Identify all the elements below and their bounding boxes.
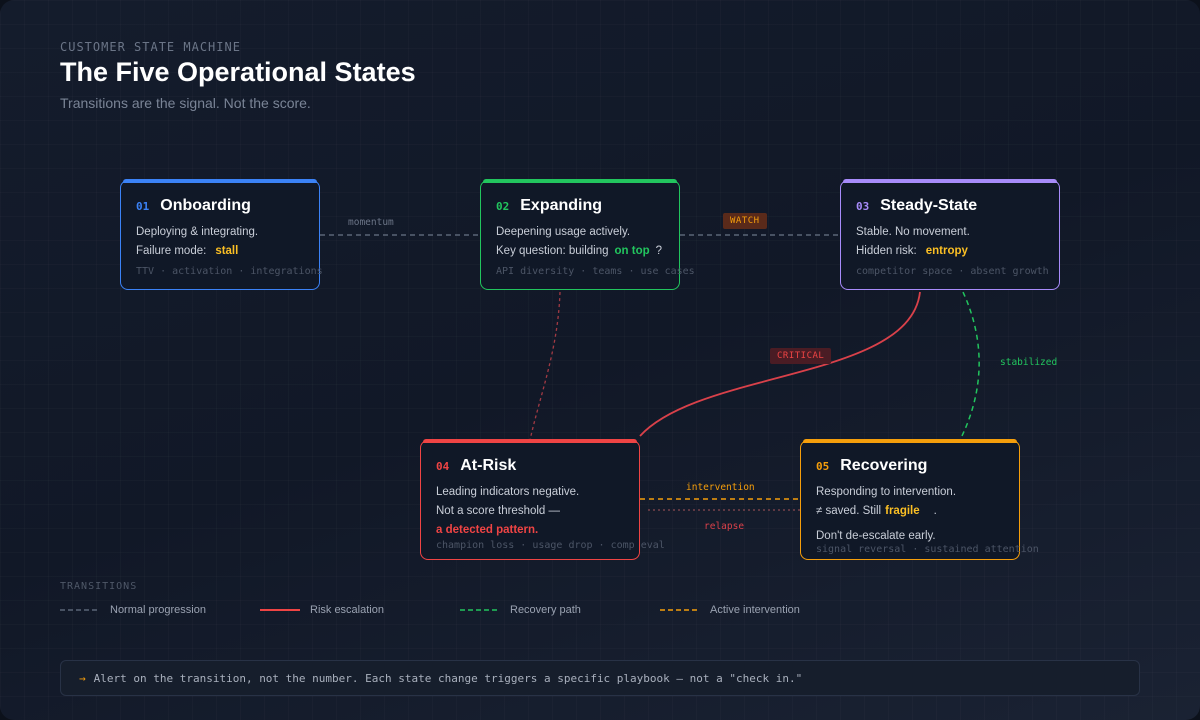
legend-item-normal: Normal progression: [60, 604, 206, 616]
legend-label: Active intervention: [710, 604, 800, 616]
state-detail: Not a score threshold —: [436, 505, 561, 517]
state-name: Expanding: [520, 197, 603, 214]
legend-item-recovery: Recovery path: [460, 604, 581, 616]
arrow-right-icon: →: [79, 671, 86, 685]
state-description: Responding to intervention.: [816, 486, 957, 498]
state-highlight: fragile: [885, 505, 920, 517]
state-name: Steady-State: [880, 197, 978, 214]
state-number: 05: [816, 460, 830, 473]
state-card-at-risk[interactable]: 04 At-Risk Leading indicators negative. …: [420, 439, 665, 560]
edge-badge-critical: CRITICAL: [770, 348, 832, 364]
state-highlight: on top: [614, 245, 650, 257]
state-signals: API diversity · teams · use cases: [496, 266, 695, 277]
state-signals: TTV · activation · integrations: [136, 266, 323, 277]
legend-item-risk: Risk escalation: [260, 604, 384, 616]
legend-label: Risk escalation: [310, 604, 384, 616]
footer-callout: → Alert on the transition, not the numbe…: [60, 660, 1140, 696]
state-accent-bar: [843, 179, 1057, 183]
footer-text: Alert on the transition, not the number.…: [93, 671, 803, 685]
state-accent-bar: [123, 179, 317, 183]
state-signals: competitor space · absent growth: [856, 266, 1049, 277]
state-name: Onboarding: [160, 197, 251, 214]
state-detail: Failure mode: stall: [136, 245, 239, 257]
state-card-recovering[interactable]: 05 Recovering Responding to intervention…: [800, 439, 1039, 560]
state-highlight: stall: [215, 245, 239, 257]
state-number: 04: [436, 460, 450, 473]
legend-swatch-dashed: [460, 609, 500, 611]
state-description: Leading indicators negative.: [436, 486, 580, 498]
state-description: Stable. No movement.: [856, 226, 970, 238]
state-accent-bar: [803, 439, 1017, 443]
legend-label: Normal progression: [110, 604, 206, 616]
state-card-steady-state[interactable]: 03 Steady-State Stable. No movement. Hid…: [840, 179, 1060, 290]
edge-recovering-steady: [959, 291, 980, 441]
state-signals: champion loss · usage drop · comp eval: [436, 540, 665, 551]
edge-label-momentum: momentum: [348, 217, 394, 228]
legend-item-intervention: Active intervention: [660, 604, 800, 616]
edge-badge-watch: WATCH: [723, 213, 767, 229]
state-accent-bar: [483, 179, 677, 183]
state-card-onboarding[interactable]: 01 Onboarding Deploying & integrating. F…: [120, 179, 323, 290]
state-detail: ≠ saved. Still fragile.: [816, 505, 937, 517]
edge-expanding-atrisk: [529, 291, 561, 441]
legend-label: Recovery path: [510, 604, 581, 616]
state-card-expanding[interactable]: 02 Expanding Deepening usage actively. K…: [480, 179, 695, 290]
edge-label-intervention: intervention: [686, 482, 755, 493]
state-name: At-Risk: [460, 457, 517, 474]
legend-swatch-solid: [260, 609, 300, 611]
edge-steady-atrisk: [639, 291, 921, 437]
state-name: Recovering: [840, 457, 928, 474]
state-description: Deploying & integrating.: [136, 226, 259, 238]
state-accent-bar: [423, 439, 637, 443]
edge-label-stabilized: stabilized: [1000, 357, 1058, 368]
state-highlight: a detected pattern.: [436, 524, 539, 536]
state-highlight: entropy: [925, 245, 968, 257]
state-signals: signal reversal · sustained attention: [816, 544, 1039, 555]
state-number: 01: [136, 200, 150, 213]
edge-label-relapse: relapse: [704, 521, 745, 532]
legend-swatch-dashed: [660, 609, 700, 611]
state-number: 02: [496, 200, 510, 213]
legend-title: TRANSITIONS: [60, 581, 138, 592]
legend-swatch-dashed: [60, 609, 100, 611]
state-description: Deepening usage actively.: [496, 226, 631, 238]
state-number: 03: [856, 200, 870, 213]
diagram-canvas: CUSTOMER STATE MACHINE The Five Operatio…: [0, 0, 1200, 720]
state-detail: Key question: building on top?: [496, 245, 663, 257]
state-detail: Hidden risk: entropy: [856, 245, 968, 257]
